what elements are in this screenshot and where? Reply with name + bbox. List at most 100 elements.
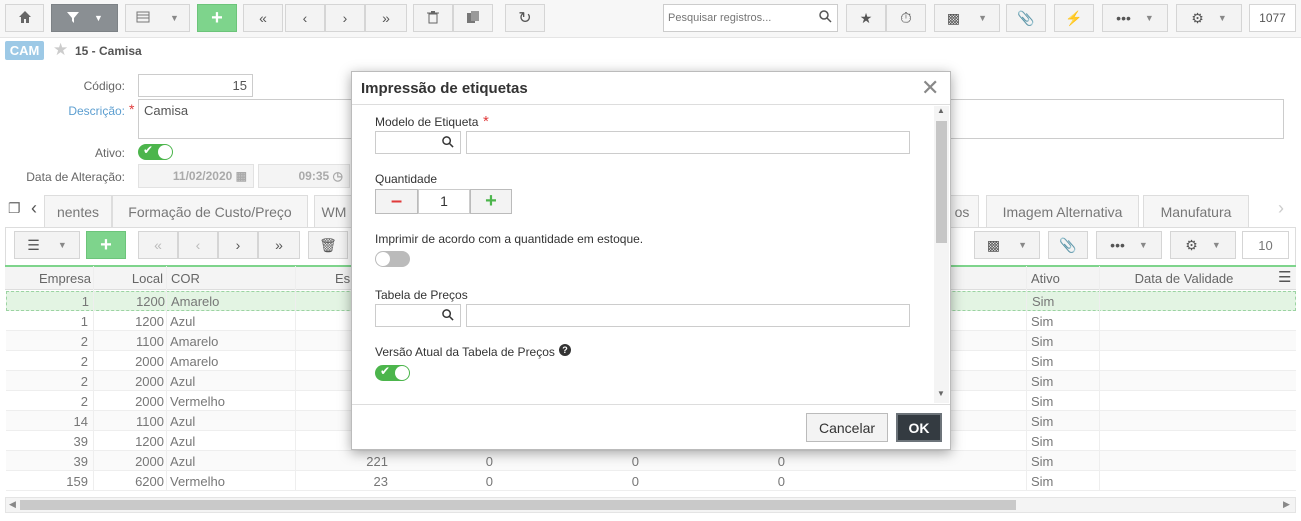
print-labels-dialog: Impressão de etiquetas ✕ Modelo de Etiqu… [351, 71, 951, 450]
cell-local: 1200 [135, 434, 164, 449]
timer-button[interactable]: ⏱ [886, 4, 926, 32]
chevron-down-icon: ▼ [1211, 240, 1221, 250]
ativo-toggle[interactable]: ✔ [138, 143, 173, 160]
close-icon[interactable]: ✕ [921, 75, 939, 101]
column-header-cor[interactable]: COR [171, 271, 291, 286]
copy-icon[interactable]: ❐ [8, 200, 21, 217]
favorite-button[interactable]: ★ [846, 4, 886, 32]
ok-button[interactable]: OK [896, 413, 942, 442]
last-record-button[interactable]: » [365, 4, 407, 32]
grid-view-button[interactable]: ☰ ▼ [14, 231, 80, 259]
filter-button[interactable]: ▼ [51, 4, 118, 32]
table-row[interactable]: 39 2000 Azul 221 0 0 0 Sim [6, 451, 1296, 471]
copy-button[interactable] [453, 4, 493, 32]
estoque-toggle[interactable] [375, 251, 410, 267]
search-input[interactable] [666, 6, 811, 30]
scroll-up-icon[interactable]: ▲ [937, 106, 945, 115]
cell-ativo: Sim [1031, 454, 1054, 469]
prev-record-button[interactable]: ‹ [285, 4, 325, 32]
delete-button[interactable] [413, 4, 453, 32]
cell-ativo: Sim [1031, 414, 1054, 429]
clock-icon: ◷ [332, 169, 343, 183]
cell-value: 0 [631, 474, 639, 489]
tabs-scroll-left-icon[interactable]: ‹ [31, 198, 37, 219]
table-row[interactable]: 159 6200 Vermelho 23 0 0 0 Sim [6, 471, 1296, 491]
refresh-button[interactable]: ↻ [505, 4, 545, 32]
increment-button[interactable]: + [470, 189, 512, 214]
column-header-empresa[interactable]: Empresa [5, 271, 91, 286]
cancel-button[interactable]: Cancelar [806, 413, 888, 442]
cell-ativo: Sim [1032, 294, 1055, 309]
tab-label: nentes [56, 203, 100, 220]
search-box[interactable] [663, 4, 838, 32]
view-mode-button[interactable]: ▼ [125, 4, 190, 32]
tab-componentes[interactable]: nentes [44, 195, 112, 227]
help-icon[interactable]: ? [559, 344, 571, 356]
scroll-down-icon[interactable]: ▼ [937, 389, 945, 398]
actions-button[interactable]: ⚡ [1054, 4, 1094, 32]
modelo-code-field[interactable] [375, 131, 461, 154]
next-record-button[interactable]: › [325, 4, 365, 32]
report-button[interactable]: ▩ ▼ [934, 4, 1000, 32]
cell-value: 0 [485, 454, 493, 469]
scroll-right-icon[interactable]: ▶ [1283, 499, 1290, 510]
home-button[interactable] [5, 4, 44, 32]
search-icon[interactable] [442, 309, 454, 324]
grid-last-button[interactable]: » [258, 231, 300, 259]
decrement-button[interactable]: – [375, 189, 418, 214]
column-menu-icon[interactable]: ☰ [1278, 268, 1292, 286]
plus-icon: + [100, 233, 112, 256]
tab-label: Imagem Alternativa [1002, 203, 1123, 220]
cell-empresa: 2 [80, 334, 88, 349]
codigo-field[interactable]: 15 [138, 74, 253, 97]
tabela-precos-label: Tabela de Preços [375, 288, 468, 302]
versao-toggle[interactable]: ✔ [375, 364, 410, 381]
grid-attachment-button[interactable]: 📎 [1048, 231, 1088, 259]
refresh-icon: ↻ [518, 10, 532, 27]
ellipsis-icon: ••• [1110, 237, 1125, 253]
tab-manufatura[interactable]: Manufatura [1143, 195, 1249, 227]
attachment-button[interactable]: 📎 [1006, 4, 1046, 32]
tabela-code-field[interactable] [375, 304, 461, 327]
tabela-description-field[interactable] [466, 304, 910, 327]
modelo-description-field[interactable] [466, 131, 910, 154]
page-size-field[interactable]: 10 [1242, 231, 1289, 259]
cell-empresa: 1 [80, 314, 88, 329]
grid-report-button[interactable]: ▩ ▼ [974, 231, 1040, 259]
cell-local: 1100 [136, 334, 164, 349]
scroll-left-icon[interactable]: ◀ [9, 499, 16, 510]
settings-button[interactable]: ⚙ ▼ [1176, 4, 1242, 32]
cell-cor: Vermelho [170, 394, 225, 409]
grid-more-button[interactable]: ••• ▼ [1096, 231, 1162, 259]
scrollbar-thumb[interactable] [936, 121, 947, 243]
dialog-scrollbar[interactable]: ▲ ▼ [934, 106, 949, 403]
grid-settings-button[interactable]: ⚙ ▼ [1170, 231, 1236, 259]
horizontal-scrollbar[interactable]: ◀ ▶ [5, 497, 1296, 513]
scrollbar-thumb[interactable] [20, 500, 1016, 510]
cell-cor: Azul [170, 434, 196, 449]
tabs-scroll-right-icon[interactable]: › [1278, 198, 1284, 219]
search-icon[interactable] [442, 136, 454, 151]
first-record-button[interactable]: « [243, 4, 283, 32]
column-header-local[interactable]: Local [95, 271, 163, 286]
grid-next-button[interactable]: › [218, 231, 258, 259]
column-divider [1099, 266, 1100, 491]
grid-add-button[interactable]: + [86, 231, 126, 259]
more-button[interactable]: ••• ▼ [1102, 4, 1168, 32]
tab-formacao-custo[interactable]: Formação de Custo/Preço [112, 195, 308, 227]
tab-wm[interactable]: WM [314, 195, 354, 227]
cell-estoque: 221 [366, 454, 388, 469]
column-header-ativo[interactable]: Ativo [1031, 271, 1091, 286]
estoque-label: Imprimir de acordo com a quantidade em e… [375, 232, 644, 246]
list-icon: ☰ [27, 236, 40, 253]
tab-imagem-alternativa[interactable]: Imagem Alternativa [986, 195, 1139, 227]
star-icon[interactable]: ★ [53, 40, 68, 60]
add-button[interactable]: + [197, 4, 237, 32]
grid-prev-button[interactable]: ‹ [178, 231, 218, 259]
grid-first-button[interactable]: « [138, 231, 178, 259]
column-header-validade[interactable]: Data de Validade [1099, 271, 1269, 286]
quantidade-field[interactable]: 1 [418, 189, 470, 214]
cell-empresa: 39 [73, 454, 88, 469]
cell-local: 2000 [135, 394, 164, 409]
grid-delete-button[interactable]: 🗑 [308, 231, 348, 259]
